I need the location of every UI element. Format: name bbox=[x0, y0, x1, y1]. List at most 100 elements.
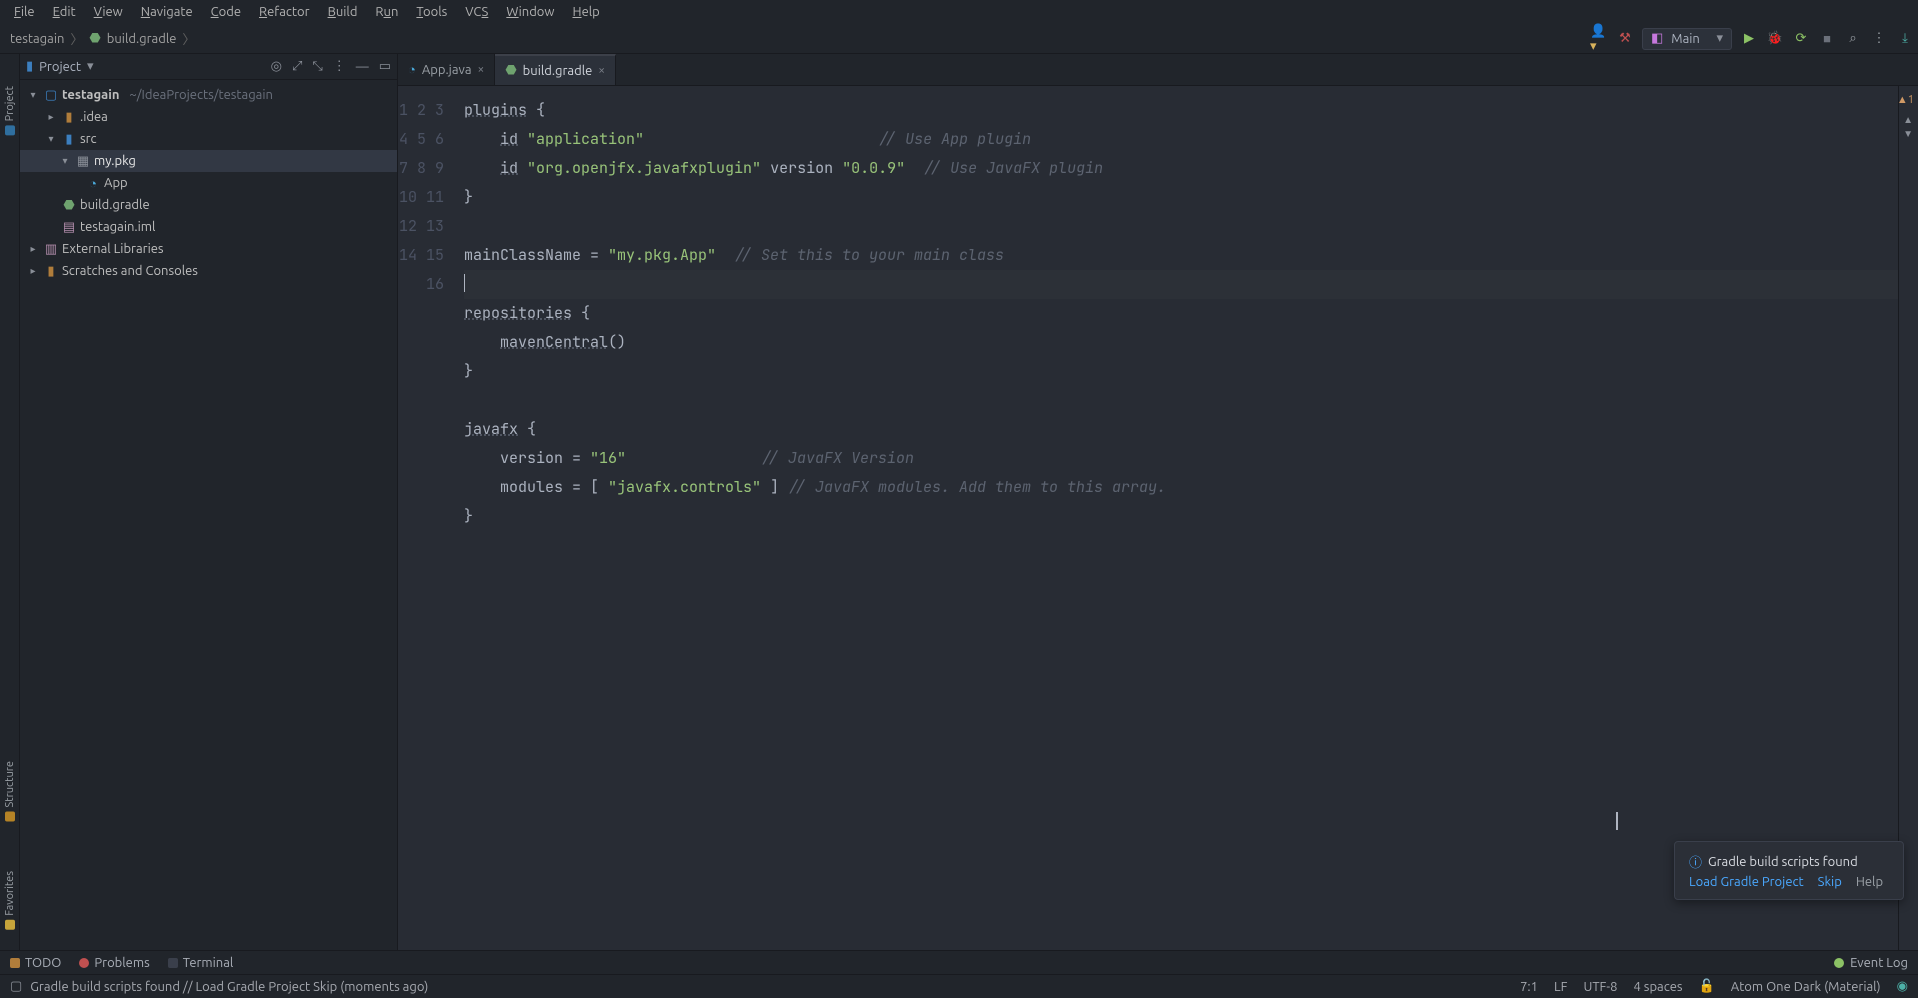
event-log-icon bbox=[1834, 958, 1844, 968]
status-bar: ▢ Gradle build scripts found // Load Gra… bbox=[0, 974, 1918, 998]
toolwin-eventlog[interactable]: Event Log bbox=[1850, 956, 1908, 970]
indent-setting[interactable]: 4 spaces bbox=[1634, 980, 1683, 994]
update-running-icon[interactable]: ⤓ bbox=[1896, 30, 1914, 48]
menu-code[interactable]: Code bbox=[203, 3, 249, 21]
toolwin-favorites[interactable]: Favorites bbox=[4, 871, 16, 930]
menu-navigate[interactable]: Navigate bbox=[133, 3, 201, 21]
breadcrumb-project[interactable]: testagain bbox=[10, 32, 64, 46]
folder-icon: ▮ bbox=[26, 59, 33, 74]
notification-title: Gradle build scripts found bbox=[1708, 855, 1858, 869]
readonly-toggle-icon[interactable]: 🔓 bbox=[1699, 979, 1715, 994]
tab-label: build.gradle bbox=[523, 64, 593, 78]
stop-button[interactable]: ■ bbox=[1818, 30, 1836, 48]
nav-up-icon[interactable]: ▲ bbox=[1903, 114, 1913, 126]
tab-label: App.java bbox=[422, 63, 472, 77]
line-numbers: 1 2 3 4 5 6 7 8 9 10 11 12 13 14 15 16 bbox=[398, 86, 456, 950]
tree-scratches[interactable]: ▸ ▮ Scratches and Consoles bbox=[20, 260, 397, 282]
project-tree[interactable]: ▾ ▢ testagain ~/IdeaProjects/testagain ▸… bbox=[20, 80, 397, 950]
caret-position[interactable]: 7:1 bbox=[1520, 980, 1538, 994]
menu-view[interactable]: View bbox=[86, 3, 131, 21]
run-config-name: Main bbox=[1671, 32, 1700, 46]
hide-icon[interactable]: ▭ bbox=[379, 59, 391, 74]
class-icon: ◔ bbox=[86, 176, 100, 190]
theme-indicator[interactable]: Atom One Dark (Material) bbox=[1731, 980, 1881, 994]
toolwindows-quickaccess-icon[interactable]: ▢ bbox=[10, 979, 22, 994]
menu-help[interactable]: Help bbox=[565, 3, 608, 21]
expand-all-icon[interactable]: ⤢ bbox=[292, 59, 302, 74]
chevron-right-icon: 〉 bbox=[182, 29, 195, 48]
code-with-me-icon[interactable]: 👤▾ bbox=[1590, 30, 1608, 48]
line-separator[interactable]: LF bbox=[1554, 980, 1567, 994]
notif-action-skip[interactable]: Skip bbox=[1818, 875, 1842, 889]
notification-popup: ⓘ Gradle build scripts found Load Gradle… bbox=[1674, 841, 1904, 900]
tree-ext-libs[interactable]: ▸ ▥ External Libraries bbox=[20, 238, 397, 260]
package-icon: ▦ bbox=[76, 154, 90, 168]
chevron-down-icon: ▾ bbox=[1716, 31, 1723, 46]
tree-iml[interactable]: ▤ testagain.iml bbox=[20, 216, 397, 238]
status-message[interactable]: Gradle build scripts found // Load Gradl… bbox=[30, 980, 428, 994]
debug-button[interactable]: 🐞 bbox=[1766, 30, 1784, 48]
minimize-icon[interactable]: — bbox=[356, 60, 369, 74]
run-button[interactable]: ▶ bbox=[1740, 30, 1758, 48]
close-icon[interactable]: × bbox=[598, 64, 605, 77]
inspection-strip[interactable]: ▲1 ▲ ▼ bbox=[1898, 86, 1918, 950]
tab-app-java[interactable]: ◔ App.java × bbox=[398, 54, 495, 85]
library-icon: ▥ bbox=[44, 242, 58, 256]
menu-build[interactable]: Build bbox=[320, 3, 366, 21]
main-area: Project Structure Favorites ▮ Project ▾ … bbox=[0, 54, 1918, 950]
search-everywhere-button[interactable]: ⌕ bbox=[1844, 30, 1862, 48]
memory-indicator-icon[interactable]: ◉ bbox=[1897, 979, 1908, 994]
menu-run[interactable]: Run bbox=[367, 3, 406, 21]
collapse-all-icon[interactable]: ⤡ bbox=[312, 59, 322, 74]
gradle-icon: ⬣ bbox=[89, 31, 100, 46]
menu-file[interactable]: File bbox=[6, 3, 43, 21]
scratches-icon: ▮ bbox=[44, 264, 58, 278]
chevron-down-icon[interactable]: ▾ bbox=[87, 59, 94, 74]
project-title[interactable]: Project bbox=[39, 60, 81, 74]
toolwin-terminal[interactable]: Terminal bbox=[168, 956, 234, 970]
close-icon[interactable]: × bbox=[478, 63, 485, 76]
toolwin-todo[interactable]: TODO bbox=[10, 956, 61, 970]
tree-root[interactable]: ▾ ▢ testagain ~/IdeaProjects/testagain bbox=[20, 84, 397, 106]
tree-idea[interactable]: ▸ ▮ .idea bbox=[20, 106, 397, 128]
project-header: ▮ Project ▾ ◎ ⤢ ⤡ ⋮ — ▭ bbox=[20, 54, 397, 80]
settings-icon[interactable]: ⋮ bbox=[333, 59, 346, 74]
gradle-icon: ⬣ bbox=[62, 198, 76, 212]
run-with-coverage-button[interactable]: ⟳ bbox=[1792, 30, 1810, 48]
gradle-icon: ⬣ bbox=[505, 63, 516, 78]
module-icon: ▢ bbox=[44, 88, 58, 102]
toolwin-project[interactable]: Project bbox=[4, 86, 16, 135]
source-folder-icon: ▮ bbox=[62, 132, 76, 146]
build-icon[interactable]: ⚒ bbox=[1616, 30, 1634, 48]
locate-icon[interactable]: ◎ bbox=[271, 59, 282, 74]
info-icon: ⓘ bbox=[1689, 852, 1702, 871]
nav-down-icon[interactable]: ▼ bbox=[1903, 128, 1913, 140]
code-editor[interactable]: plugins { id "application" // Use App pl… bbox=[456, 86, 1898, 950]
breadcrumb[interactable]: testagain 〉 ⬣ build.gradle 〉 bbox=[10, 29, 195, 48]
menu-vcs[interactable]: VCS bbox=[457, 3, 496, 21]
notif-action-load[interactable]: Load Gradle Project bbox=[1689, 875, 1804, 889]
menu-edit[interactable]: Edit bbox=[45, 3, 84, 21]
tree-src[interactable]: ▾ ▮ src bbox=[20, 128, 397, 150]
tab-build-gradle[interactable]: ⬣ build.gradle × bbox=[495, 54, 616, 85]
breadcrumb-file[interactable]: build.gradle bbox=[107, 32, 177, 46]
run-config-selector[interactable]: ◧ Main ▾ bbox=[1642, 28, 1732, 50]
left-tool-strip: Project Structure Favorites bbox=[0, 54, 20, 950]
tree-package[interactable]: ▾ ▦ my.pkg bbox=[20, 150, 397, 172]
tree-build-gradle[interactable]: ⬣ build.gradle bbox=[20, 194, 397, 216]
ide-settings-icon[interactable]: ⋮ bbox=[1870, 30, 1888, 48]
file-encoding[interactable]: UTF-8 bbox=[1583, 980, 1617, 994]
folder-icon: ▮ bbox=[62, 110, 76, 124]
editor-body[interactable]: 1 2 3 4 5 6 7 8 9 10 11 12 13 14 15 16 p… bbox=[398, 86, 1918, 950]
tree-class[interactable]: ◔ App bbox=[20, 172, 397, 194]
toolwin-structure[interactable]: Structure bbox=[4, 761, 16, 822]
menu-refactor[interactable]: Refactor bbox=[251, 3, 318, 21]
iml-icon: ▤ bbox=[62, 220, 76, 234]
text-cursor-icon bbox=[1616, 812, 1618, 830]
toolwin-problems[interactable]: Problems bbox=[79, 956, 149, 970]
menu-tools[interactable]: Tools bbox=[408, 3, 455, 21]
notif-action-help[interactable]: Help bbox=[1856, 875, 1883, 889]
warning-indicator[interactable]: ▲1 bbox=[1897, 94, 1914, 106]
menu-window[interactable]: Window bbox=[498, 3, 562, 21]
java-class-icon: ◔ bbox=[408, 62, 416, 77]
